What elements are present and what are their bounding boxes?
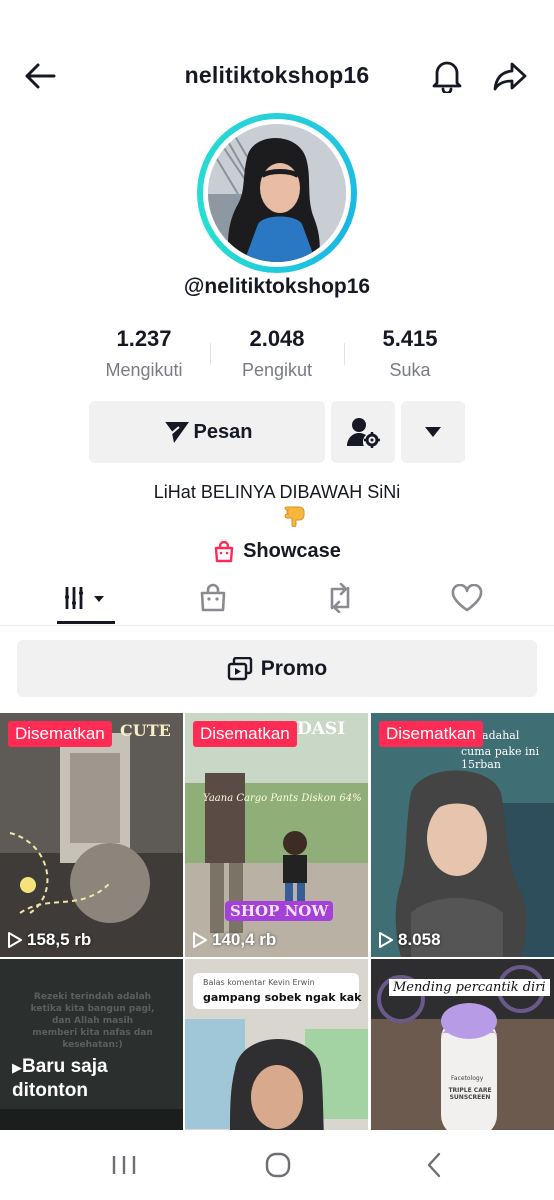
user-gear-icon bbox=[347, 418, 380, 448]
video-overlay-text: Yaana Cargo Pants Diskon 64% bbox=[203, 793, 362, 804]
video-tile[interactable]: padahal cuma pake ini 15rban Disematkan … bbox=[371, 713, 554, 957]
promo-button[interactable]: Promo bbox=[17, 640, 537, 697]
product-label: TRIPLE CARE SUNSCREEN bbox=[448, 1087, 492, 1101]
user-settings-button[interactable] bbox=[331, 401, 395, 463]
promo-label: Promo bbox=[260, 656, 328, 680]
tab-shop[interactable] bbox=[144, 570, 282, 626]
view-count: 158,5 rb bbox=[8, 930, 91, 950]
message-button[interactable]: Pesan bbox=[89, 401, 325, 463]
stat-label: Pengikut bbox=[241, 360, 313, 380]
pointing-down-emoji bbox=[284, 506, 305, 527]
profile-handle: @nelitiktokshop16 bbox=[183, 275, 371, 298]
view-count-text: 140,4 rb bbox=[212, 930, 277, 949]
comment-reply-header: Balas komentar Kevin Erwin bbox=[203, 978, 315, 987]
system-nav-bar bbox=[0, 1130, 554, 1200]
showcase-label: Showcase bbox=[243, 540, 341, 562]
video-tile[interactable]: CUTE Disematkan 158,5 rb bbox=[0, 713, 183, 957]
view-count-text: 158,5 rb bbox=[27, 930, 92, 949]
shopping-bag-icon bbox=[214, 540, 234, 562]
repost-icon bbox=[330, 583, 350, 613]
stat-following[interactable]: 1.237 Mengikuti bbox=[79, 326, 209, 381]
view-count-text: 8.058 bbox=[398, 930, 441, 949]
share-button[interactable] bbox=[490, 56, 530, 96]
play-icon bbox=[8, 932, 22, 948]
back-nav-button[interactable] bbox=[404, 1148, 464, 1182]
shopping-bag-icon bbox=[200, 583, 226, 612]
back-chevron-icon bbox=[427, 1152, 441, 1178]
tab-videos[interactable] bbox=[17, 570, 155, 626]
view-count: 8.058 bbox=[379, 930, 441, 950]
watched-label: ▶Baru saja ditonton bbox=[12, 1055, 183, 1102]
video-overlay-text: Rezeki terindah adalah ketika kita bangu… bbox=[30, 992, 155, 1050]
stat-label: Mengikuti bbox=[105, 360, 183, 380]
pinned-badge: Disematkan bbox=[193, 721, 297, 747]
share-arrow-icon bbox=[493, 62, 527, 91]
play-icon bbox=[193, 932, 207, 948]
tab-reposts[interactable] bbox=[271, 570, 409, 626]
video-overlay-text: CUTE bbox=[120, 721, 171, 740]
watched-text: Baru saja ditonton bbox=[12, 1056, 108, 1101]
recent-apps-button[interactable] bbox=[94, 1148, 154, 1182]
product-brand: Facetology bbox=[451, 1075, 484, 1082]
active-tab-indicator bbox=[57, 621, 115, 624]
grid-filter-icon bbox=[65, 587, 104, 609]
avatar bbox=[208, 124, 346, 262]
pinned-badge: Disematkan bbox=[8, 721, 112, 747]
divider bbox=[210, 343, 211, 365]
view-count: 140,4 rb bbox=[193, 930, 276, 950]
pinned-badge: Disematkan bbox=[379, 721, 483, 747]
video-grid: CUTE Disematkan 158,5 rb DASI Yaana Carg… bbox=[0, 713, 554, 1200]
notifications-button[interactable] bbox=[427, 56, 467, 96]
stat-label: Suka bbox=[389, 360, 431, 380]
stat-value: 2.048 bbox=[249, 326, 305, 351]
profile-header: nelitiktokshop16 bbox=[0, 50, 554, 102]
tab-liked[interactable] bbox=[398, 570, 536, 626]
bell-icon bbox=[432, 61, 462, 93]
play-marker-icon: ▶ bbox=[12, 1060, 22, 1075]
avatar-photo bbox=[208, 124, 346, 262]
stat-value: 5.415 bbox=[382, 326, 438, 351]
video-tile[interactable]: DASI Yaana Cargo Pants Diskon 64% SHOP N… bbox=[185, 713, 368, 957]
caret-down-icon bbox=[425, 427, 441, 437]
video-overlay-text: Mending percantik diri bbox=[389, 979, 550, 996]
avatar-ring[interactable] bbox=[197, 113, 357, 273]
video-overlay-cta: SHOP NOW bbox=[225, 901, 334, 921]
divider bbox=[344, 343, 345, 365]
message-label: Pesan bbox=[193, 420, 253, 443]
play-icon bbox=[379, 932, 393, 948]
recent-apps-icon bbox=[112, 1156, 136, 1174]
stat-value: 1.237 bbox=[116, 326, 172, 351]
stat-likes[interactable]: 5.415 Suka bbox=[345, 326, 475, 381]
home-button[interactable] bbox=[248, 1148, 308, 1182]
showcase-link[interactable]: Showcase bbox=[0, 540, 554, 563]
promo-icon bbox=[227, 656, 252, 680]
home-circle-icon bbox=[265, 1152, 291, 1178]
comment-reply-text: gampang sobek ngak kak bbox=[203, 991, 362, 1004]
page-title: nelitiktokshop16 bbox=[184, 62, 370, 88]
stats-row: 1.237 Mengikuti 2.048 Pengikut 5.415 Suk… bbox=[0, 326, 554, 386]
video-overlay-text: cuma pake ini 15rban bbox=[461, 745, 540, 771]
more-options-button[interactable] bbox=[401, 401, 465, 463]
profile-tabs bbox=[0, 570, 554, 626]
send-icon bbox=[162, 421, 189, 443]
heart-icon bbox=[451, 584, 483, 612]
profile-bio: LiHat BELINYA DIBAWAH SiNi bbox=[153, 482, 401, 502]
stat-followers[interactable]: 2.048 Pengikut bbox=[212, 326, 342, 381]
video-thumbnail bbox=[0, 713, 183, 957]
video-overlay-title: DASI bbox=[297, 719, 346, 739]
